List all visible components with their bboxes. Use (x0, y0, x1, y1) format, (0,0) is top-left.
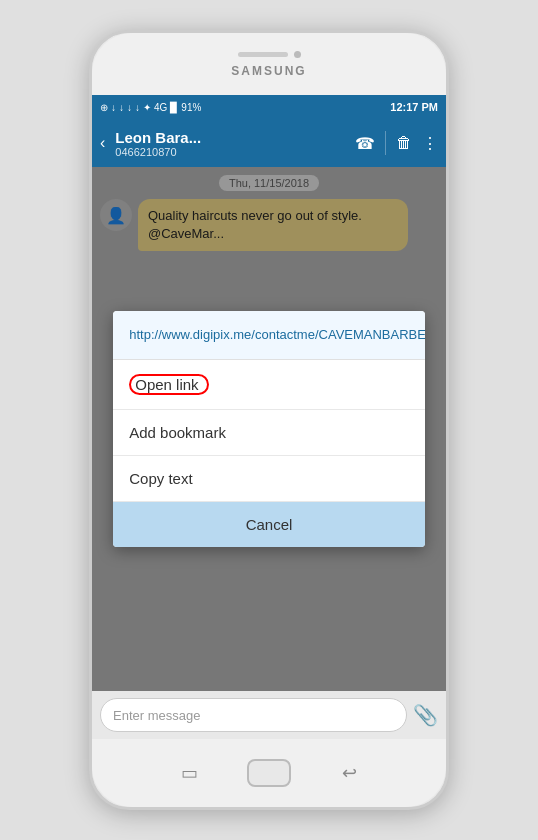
dialog-url-text: http://www.digipix.me/contactme/CAVEMANB… (129, 327, 425, 342)
download-icon-3: ↓ (127, 102, 132, 113)
open-link-label: Open link (135, 376, 198, 393)
top-bezel: SAMSUNG (92, 33, 446, 95)
clock: 12:17 PM (390, 101, 438, 113)
more-icon[interactable]: ⋮ (422, 134, 438, 153)
back-button[interactable]: ‹ (100, 134, 105, 152)
bluetooth-icon: ✦ (143, 102, 151, 113)
open-link-circle: Open link (129, 374, 208, 395)
sensors-row (238, 51, 301, 58)
speaker (238, 52, 288, 57)
signal-icon: ▉ (170, 102, 178, 113)
cancel-label: Cancel (246, 516, 293, 533)
message-area: Thu, 11/15/2018 👤 Quality haircuts never… (92, 167, 446, 691)
recents-icon: ▭ (181, 762, 198, 784)
battery-level: 91% (181, 102, 201, 113)
status-right: 12:17 PM (390, 101, 438, 113)
download-icon-2: ↓ (119, 102, 124, 113)
bottom-bezel: ▭ ↩ (92, 739, 446, 807)
contact-info: Leon Bara... 0466210870 (115, 129, 349, 158)
message-placeholder: Enter message (113, 708, 200, 723)
download-icon-1: ↓ (111, 102, 116, 113)
input-bar: Enter message 📎 (92, 691, 446, 739)
contact-phone: 0466210870 (115, 146, 349, 158)
status-left: ⊕ ↓ ↓ ↓ ↓ ✦ 4G ▉ 91% (100, 102, 201, 113)
trash-icon[interactable]: 🗑 (396, 134, 412, 152)
download-icon-4: ↓ (135, 102, 140, 113)
back-nav-button[interactable]: ↩ (331, 761, 367, 785)
phone-icon[interactable]: ☎ (355, 134, 375, 153)
add-bookmark-item[interactable]: Add bookmark (113, 410, 425, 456)
action-divider (385, 131, 386, 155)
home-button[interactable] (247, 759, 291, 787)
recents-button[interactable]: ▭ (171, 761, 207, 785)
camera (294, 51, 301, 58)
brand-label: SAMSUNG (231, 64, 306, 78)
message-input[interactable]: Enter message (100, 698, 407, 732)
open-link-item[interactable]: Open link (113, 360, 425, 410)
context-menu-dialog: http://www.digipix.me/contactme/CAVEMANB… (113, 311, 425, 547)
status-bar: ⊕ ↓ ↓ ↓ ↓ ✦ 4G ▉ 91% 12:17 PM (92, 95, 446, 119)
copy-text-item[interactable]: Copy text (113, 456, 425, 502)
screen: ⊕ ↓ ↓ ↓ ↓ ✦ 4G ▉ 91% 12:17 PM ‹ Leon Bar… (92, 95, 446, 739)
action-icons: ☎ 🗑 ⋮ (355, 131, 438, 155)
add-bookmark-label: Add bookmark (129, 424, 226, 441)
notification-icon: ⊕ (100, 102, 108, 113)
action-bar: ‹ Leon Bara... 0466210870 ☎ 🗑 ⋮ (92, 119, 446, 167)
back-nav-icon: ↩ (342, 762, 357, 784)
cancel-button[interactable]: Cancel (113, 502, 425, 547)
dialog-url-row: http://www.digipix.me/contactme/CAVEMANB… (113, 311, 425, 360)
contact-name: Leon Bara... (115, 129, 349, 146)
dialog-overlay: http://www.digipix.me/contactme/CAVEMANB… (92, 167, 446, 691)
4g-icon: 4G (154, 102, 167, 113)
copy-text-label: Copy text (129, 470, 192, 487)
phone-device: SAMSUNG ⊕ ↓ ↓ ↓ ↓ ✦ 4G ▉ 91% 12:17 PM ‹ (89, 30, 449, 810)
attach-icon[interactable]: 📎 (413, 703, 438, 727)
